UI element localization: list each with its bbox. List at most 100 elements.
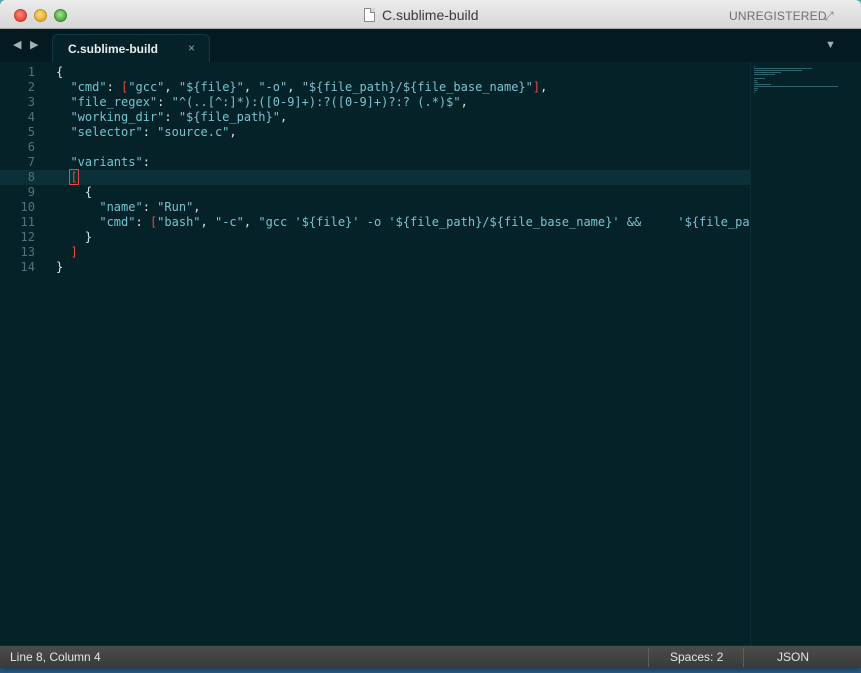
code-token: : [142, 155, 150, 169]
tab-c-sublime-build[interactable]: C.sublime-build × [52, 34, 210, 62]
code-token: { [56, 185, 93, 199]
code-token: } [56, 230, 93, 244]
code-view[interactable]: { "cmd": ["gcc", "${file}", "-o", "${fil… [50, 62, 750, 645]
scrollbar-track[interactable] [841, 62, 861, 645]
code-token: "Run" [157, 200, 194, 214]
code-line[interactable]: "working_dir": "${file_path}", [50, 110, 750, 125]
line-number-gutter: 1 2 3 4 5 6 7 8 9 10 11 12 13 14 [0, 62, 50, 645]
close-window-button[interactable] [14, 9, 27, 22]
indentation-setting[interactable]: Spaces: 2 [670, 650, 723, 664]
minimize-window-button[interactable] [34, 9, 47, 22]
code-line[interactable]: } [50, 260, 750, 275]
zoom-window-button[interactable] [54, 9, 67, 22]
line-number: 10 [20, 200, 35, 214]
line-number: 11 [20, 215, 35, 229]
code-token: , [287, 80, 302, 94]
code-token: , [540, 80, 548, 94]
line-number: 7 [27, 155, 35, 169]
code-token: "selector" [70, 125, 143, 139]
minimap-line [754, 88, 758, 89]
code-line[interactable]: { [50, 185, 750, 200]
code-token: , [243, 80, 259, 94]
code-token: "bash" [157, 215, 201, 229]
code-token: : [142, 125, 158, 139]
syntax-selector[interactable]: JSON [777, 650, 809, 664]
code-token: , [279, 110, 288, 124]
code-token: : [135, 215, 150, 229]
code-line[interactable]: { [50, 65, 750, 80]
code-line[interactable] [50, 140, 750, 155]
document-icon [364, 8, 375, 22]
line-number: 12 [20, 230, 35, 244]
code-line[interactable]: "cmd": ["bash", "-c", "gcc '${file}' -o … [50, 215, 750, 230]
line-number: 5 [27, 125, 35, 139]
code-token: "cmd" [70, 80, 107, 94]
minimap-line [754, 72, 781, 73]
code-token: "${file_path}" [178, 110, 280, 124]
editor-area[interactable]: 1 2 3 4 5 6 7 8 9 10 11 12 13 14 { "cmd": ["gcc", "${… [0, 62, 861, 645]
code-token: "-c" [214, 215, 244, 229]
line-number: 2 [27, 80, 35, 94]
code-line[interactable]: ] [50, 245, 750, 260]
back-arrow-icon[interactable]: ◀ [13, 38, 21, 51]
code-token: "file_regex" [70, 95, 158, 109]
minimap-line [754, 74, 775, 75]
title-bar: C.sublime-build UNREGISTERED ⤢ [0, 0, 861, 29]
fullscreen-icon[interactable]: ⤢ [824, 9, 834, 24]
code-token: "${file}" [178, 80, 244, 94]
code-line[interactable]: "name": "Run", [50, 200, 750, 215]
status-divider [743, 648, 744, 667]
code-token: , [164, 80, 179, 94]
code-token: , [200, 215, 215, 229]
minimap-line [754, 86, 838, 87]
minimap-line [754, 84, 771, 85]
line-number: 6 [27, 140, 35, 154]
minimap-line [754, 70, 802, 71]
code-token: "cmd" [99, 215, 136, 229]
status-divider [648, 648, 649, 667]
code-token: : [106, 80, 122, 94]
minimap-line [754, 82, 758, 83]
status-bar: Line 8, Column 4 Spaces: 2 JSON [0, 645, 861, 668]
code-line[interactable]: "variants": [50, 155, 750, 170]
code-token: { [56, 65, 64, 79]
code-line[interactable]: } [50, 230, 750, 245]
tab-label: C.sublime-build [68, 42, 158, 56]
code-token: , [243, 215, 259, 229]
window-title: C.sublime-build [382, 7, 479, 23]
code-line[interactable]: "file_regex": "^(..[^:]*):([0-9]+):?([0-… [50, 95, 750, 110]
minimap-line [754, 78, 765, 79]
line-number: 1 [27, 65, 35, 79]
code-token: "gcc '${file}' -o '${file_path}/${file_b… [258, 215, 750, 229]
code-token: "variants" [70, 155, 143, 169]
line-number: 4 [27, 110, 35, 124]
code-token: "gcc" [128, 80, 165, 94]
editor-window: C.sublime-build UNREGISTERED ⤢ ◀ ▶ C.sub… [0, 0, 861, 668]
code-token: "name" [99, 200, 143, 214]
line-number: 14 [20, 260, 35, 274]
tab-close-icon[interactable]: × [188, 41, 195, 55]
code-token: , [460, 95, 468, 109]
code-token: : [157, 95, 172, 109]
code-line[interactable]: "selector": "source.c", [50, 125, 750, 140]
tab-dropdown-icon[interactable]: ▼ [825, 39, 836, 51]
code-line[interactable]: "cmd": ["gcc", "${file}", "-o", "${file_… [50, 80, 750, 95]
code-token: , [193, 200, 201, 214]
forward-arrow-icon[interactable]: ▶ [30, 38, 38, 51]
line-number: 8 [0, 170, 50, 185]
minimap-line [754, 92, 755, 93]
code-token: , [229, 125, 237, 139]
minimap[interactable] [750, 62, 841, 645]
unregistered-label: UNREGISTERED [729, 9, 827, 23]
code-token: "^(..[^:]*):([0-9]+):?([0-9]+)?:? (.*)$" [171, 95, 461, 109]
cursor-position: Line 8, Column 4 [10, 650, 101, 664]
code-line[interactable]: [ [50, 169, 750, 185]
code-token: "-o" [258, 80, 288, 94]
